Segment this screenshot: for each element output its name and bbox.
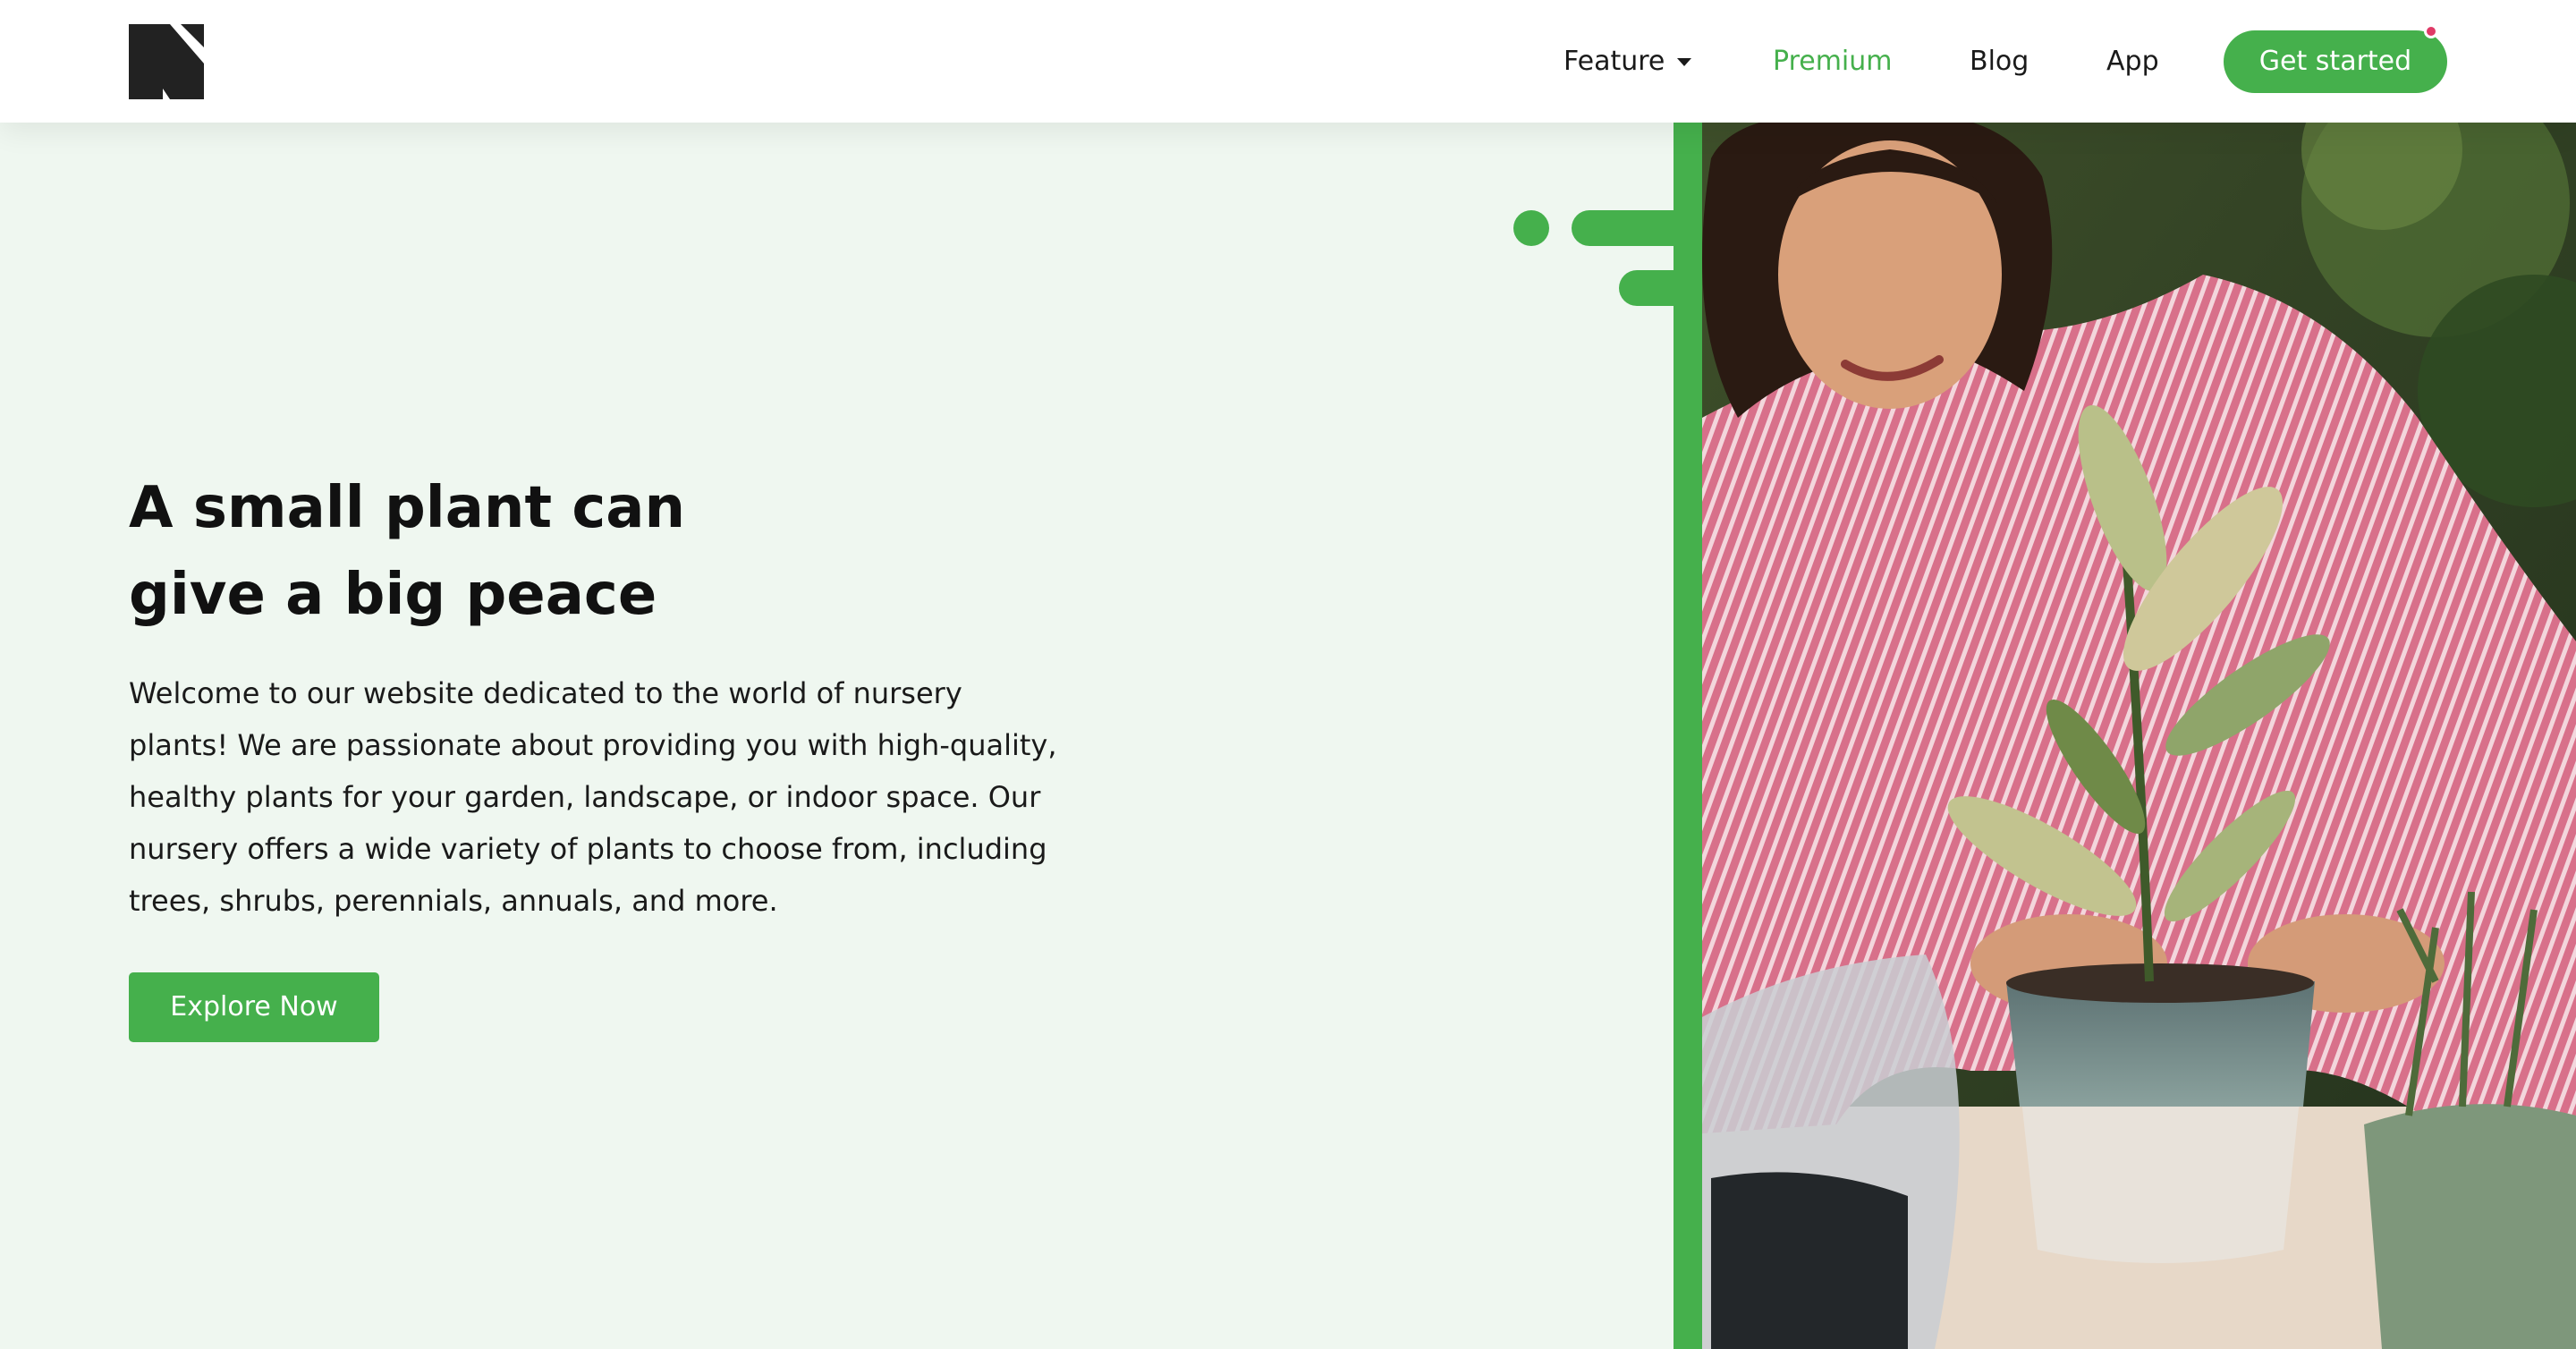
decorative-dot: [1513, 210, 1549, 246]
explore-now-button[interactable]: Explore Now: [129, 972, 379, 1042]
hero-description: Welcome to our website dedicated to the …: [129, 676, 1057, 918]
get-started-button[interactable]: Get started: [2224, 30, 2447, 93]
notification-dot: [2424, 24, 2438, 38]
nav-app-link[interactable]: App: [2106, 42, 2159, 81]
nav-premium-link[interactable]: Premium: [1773, 42, 1893, 81]
decorative-bar: [1572, 210, 1679, 246]
nav-feature-dropdown[interactable]: Feature: [1563, 42, 1692, 81]
hero-photo: [1702, 123, 2576, 1349]
decorative-bar: [1619, 270, 1682, 306]
caret-down-icon: [1677, 58, 1692, 66]
site-header: Feature Premium Blog App Get started: [0, 0, 2576, 123]
decorative-stripe: [1674, 123, 1702, 1349]
hero-title-line2: give a big peace: [129, 562, 657, 628]
nav-feature-label: Feature: [1563, 46, 1665, 77]
plant-photo-illustration: [1702, 123, 2576, 1349]
hero-title: A small plant can give a big peace: [129, 465, 934, 639]
hero-title-line1: A small plant can: [129, 475, 685, 541]
nav-blog-link[interactable]: Blog: [1970, 42, 2029, 81]
main-nav: Feature Premium Blog App: [0, 0, 2576, 123]
